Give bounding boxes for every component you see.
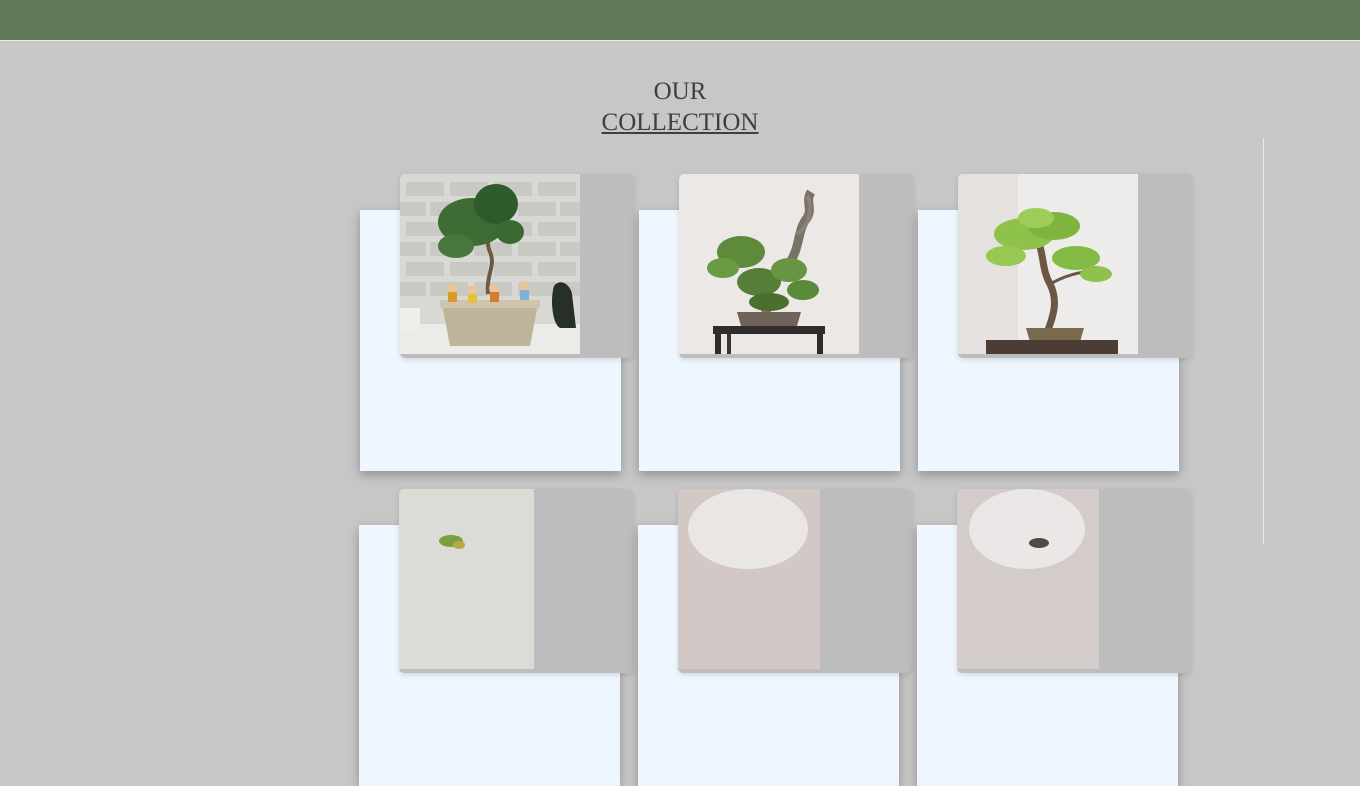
product-photo[interactable] xyxy=(678,489,820,669)
section-heading: OUR COLLECTION xyxy=(0,76,1360,138)
heading-line-collection: COLLECTION xyxy=(601,109,759,136)
product-photo[interactable] xyxy=(958,174,1138,354)
product-image-frame[interactable] xyxy=(957,489,1191,673)
divider-line xyxy=(1263,138,1264,544)
product-photo[interactable] xyxy=(400,174,580,354)
top-navigation-bar xyxy=(0,0,1360,41)
product-image-frame[interactable] xyxy=(400,174,634,358)
product-image-frame[interactable] xyxy=(678,489,912,673)
heading-line-our: OUR xyxy=(653,78,707,105)
product-photo[interactable] xyxy=(679,174,859,354)
product-image-frame[interactable] xyxy=(399,489,633,673)
product-image-frame[interactable] xyxy=(679,174,913,358)
product-image-frame[interactable] xyxy=(958,174,1192,358)
product-photo[interactable] xyxy=(957,489,1099,669)
product-photo[interactable] xyxy=(399,489,534,669)
